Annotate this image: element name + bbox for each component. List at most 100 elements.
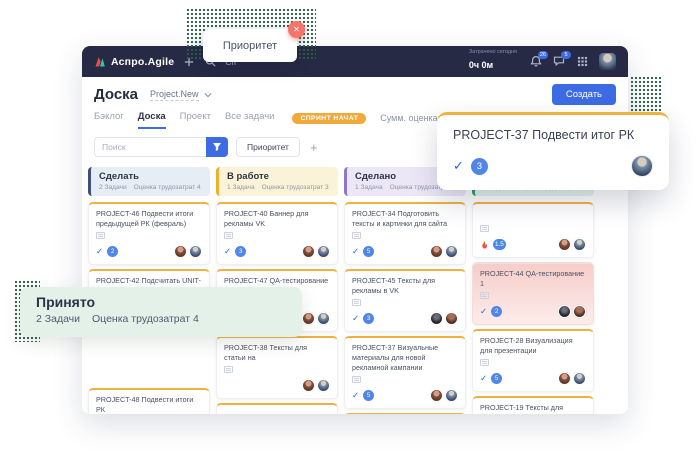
estimate-badge: 3 bbox=[471, 158, 488, 175]
description-icon bbox=[480, 359, 489, 366]
column-header: Сделать2 ЗадачиОценка трудозатрат 4 bbox=[88, 167, 210, 196]
task-card[interactable]: PROJECT-46 Подвести итоги предыдущей РК … bbox=[88, 202, 210, 265]
check-icon: ✓ bbox=[453, 158, 464, 174]
avatar bbox=[445, 389, 458, 402]
avatar bbox=[573, 372, 586, 385]
estimate-badge: 2 bbox=[107, 246, 118, 257]
time-tracker-value: 0ч 0м bbox=[469, 60, 493, 70]
description-icon bbox=[480, 225, 489, 232]
avatar bbox=[558, 372, 571, 385]
time-tracker[interactable]: Затрачено сегодня 0ч 0м bbox=[469, 49, 517, 74]
estimate-badge: 5 bbox=[363, 246, 374, 257]
avatar bbox=[445, 312, 458, 325]
avatar bbox=[317, 245, 330, 258]
task-title bbox=[480, 209, 586, 222]
tab-бэклог[interactable]: Бэклог bbox=[94, 111, 124, 129]
column-tasks-count: 2 Задачи bbox=[99, 184, 127, 191]
estimate-badge: 3 bbox=[235, 246, 246, 257]
page-title: Доска bbox=[94, 86, 138, 103]
check-icon: ✓ bbox=[352, 391, 359, 400]
description-icon bbox=[480, 292, 489, 299]
estimate-badge: 5 bbox=[491, 373, 502, 384]
messages-button[interactable]: 5 bbox=[553, 55, 565, 67]
description-icon bbox=[352, 232, 361, 239]
column-accepted: Принято2 ЗадачиОценка трудозатрат 41.5PR… bbox=[472, 167, 594, 414]
task-card[interactable]: PROJECT-23 Итоги РК✓5 bbox=[344, 413, 466, 414]
avatar bbox=[317, 312, 330, 325]
priority-tooltip: Приоритет ✕ bbox=[203, 29, 297, 62]
notifications-button[interactable]: 26 bbox=[530, 55, 542, 67]
avatar bbox=[430, 312, 443, 325]
description-icon bbox=[224, 232, 233, 239]
task-card[interactable]: PROJECT-38 Тексты для статьи на bbox=[216, 336, 338, 399]
task-title: теории bbox=[224, 410, 330, 414]
accepted-tasks: 2 Задачи bbox=[36, 313, 80, 325]
task-title: PROJECT-28 Визуализация для презентации bbox=[480, 336, 586, 356]
app-logo: Аспро.Agile bbox=[94, 56, 174, 68]
avatar bbox=[573, 305, 586, 318]
avatar bbox=[558, 238, 571, 251]
task-card[interactable]: PROJECT-44 QA-тестирование 1✓2 bbox=[472, 262, 594, 325]
hidden-card-gap bbox=[88, 336, 210, 388]
description-icon bbox=[224, 366, 233, 373]
app-name: Аспро.Agile bbox=[111, 56, 174, 68]
column-done: Сделано1 ЗадачаОценка трудозатратPROJECT… bbox=[344, 167, 466, 414]
tab-все-задачи[interactable]: Все задачи bbox=[225, 111, 275, 129]
check-icon: ✓ bbox=[352, 314, 359, 323]
task-card[interactable]: PROJECT-40 Баннер для рекламы VK ✓ 3 bbox=[216, 202, 338, 265]
estimate-badge: 1.5 bbox=[493, 239, 506, 250]
avatar bbox=[430, 389, 443, 402]
description-icon bbox=[352, 299, 361, 306]
popup-card-title: PROJECT-37 Подвести итог РК bbox=[453, 128, 653, 142]
avatar bbox=[302, 379, 315, 392]
close-icon[interactable]: ✕ bbox=[288, 21, 305, 38]
task-card[interactable]: PROJECT-48 Подвести итоги РК✓2 bbox=[88, 388, 210, 414]
avatar bbox=[302, 245, 315, 258]
task-title: PROJECT-45 Тексты для рекламы в VK bbox=[352, 276, 458, 296]
time-tracker-label: Затрачено сегодня bbox=[469, 49, 517, 55]
task-card[interactable]: PROJECT-34 Подготовить тексты и картинки… bbox=[344, 202, 466, 265]
estimate-badge: 3 bbox=[363, 313, 374, 324]
task-card[interactable]: 1.5 bbox=[472, 202, 594, 258]
task-title: PROJECT-34 Подготовить тексты и картинки… bbox=[352, 209, 458, 229]
task-popup-card[interactable]: PROJECT-37 Подвести итог РК ✓ 3 bbox=[437, 112, 669, 190]
funnel-icon bbox=[212, 142, 222, 152]
estimate-badge: 2 bbox=[491, 306, 502, 317]
task-card[interactable]: PROJECT-45 Тексты для рекламы в VK ✓ 3 bbox=[344, 269, 466, 332]
board-selector[interactable]: Project.New bbox=[150, 89, 212, 101]
notifications-badge: 26 bbox=[538, 51, 548, 59]
avatar bbox=[573, 238, 586, 251]
avatar bbox=[302, 312, 315, 325]
task-title: PROJECT-40 Баннер для рекламы VK bbox=[224, 209, 330, 229]
task-card[interactable]: теории✓3 bbox=[216, 403, 338, 414]
check-icon: ✓ bbox=[224, 247, 231, 256]
column-tasks-count: 1 Задача bbox=[355, 184, 383, 191]
description-icon bbox=[352, 376, 361, 383]
task-title: PROJECT-19 Тексты для рекламы VK bbox=[480, 403, 586, 414]
decoration-dots-right bbox=[630, 76, 662, 114]
avatar bbox=[558, 305, 571, 318]
search-input[interactable] bbox=[94, 137, 206, 157]
column-estimate: Оценка трудозатрат 4 bbox=[134, 184, 201, 191]
task-card[interactable]: PROJECT-28 Визуализация для презентации ✓… bbox=[472, 329, 594, 392]
filter-button[interactable] bbox=[206, 137, 228, 157]
user-avatar[interactable] bbox=[599, 53, 616, 70]
check-icon: ✓ bbox=[480, 374, 487, 383]
tab-проект[interactable]: Проект bbox=[180, 111, 211, 129]
sprint-status-badge: СПРИНТ НАЧАТ bbox=[292, 113, 366, 124]
check-icon: ✓ bbox=[352, 247, 359, 256]
task-card[interactable]: PROJECT-19 Тексты для рекламы VK✓5 bbox=[472, 396, 594, 414]
column-estimate: Оценка трудозатрат 3 bbox=[262, 184, 329, 191]
check-icon: ✓ bbox=[96, 247, 103, 256]
logo-icon bbox=[94, 56, 106, 68]
tab-доска[interactable]: Доска bbox=[138, 111, 166, 129]
accepted-estimate: Оценка трудозатрат 4 bbox=[92, 313, 199, 325]
create-button[interactable]: Создать bbox=[552, 84, 616, 105]
add-filter-button[interactable]: + bbox=[310, 141, 318, 154]
apps-grid-icon[interactable] bbox=[576, 55, 588, 67]
board-selector-label: Project.New bbox=[150, 89, 199, 101]
avatar bbox=[317, 379, 330, 392]
task-card[interactable]: PROJECT-37 Визуальные материалы для ново… bbox=[344, 336, 466, 409]
priority-filter-chip[interactable]: Приоритет bbox=[236, 137, 300, 157]
avatar bbox=[174, 245, 187, 258]
